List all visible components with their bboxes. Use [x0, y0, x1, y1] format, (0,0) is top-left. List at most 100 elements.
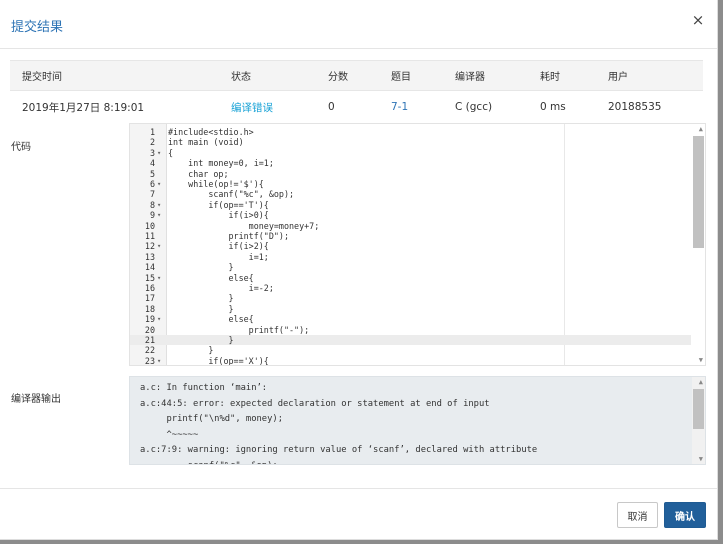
scroll-up-icon[interactable]: ▲ [699, 125, 703, 133]
result-table-header: 提交时间 状态 分数 题目 编译器 耗时 用户 [10, 60, 703, 91]
code-scroll-thumb[interactable] [693, 136, 704, 248]
line-number: 23 [144, 355, 155, 366]
code-line[interactable]: 13 i=1; [130, 252, 691, 262]
output-line: a.c: In function ‘main’: [140, 383, 268, 393]
code-editor[interactable]: 1 #include<stdio.h> 2 int main (void) 3 ▾{4 i… [129, 123, 706, 366]
output-scroll-thumb[interactable] [693, 389, 704, 429]
score-value: 0 [328, 101, 335, 113]
code-line[interactable]: 7 scanf("%c", &op); [130, 189, 691, 199]
code-line[interactable]: 10 money=money+7; [130, 221, 691, 231]
code-text: { [168, 147, 174, 158]
line-number: 7 [149, 189, 155, 200]
output-line: a.c:44:5: error: expected declaration or… [140, 398, 490, 409]
code-text: i=1; [168, 251, 269, 262]
code-text: if(op=='X'){ [168, 355, 269, 366]
code-line[interactable]: 20 printf("-"); [130, 325, 691, 335]
output-line: a.c:7:9: warning: ignoring return value … [140, 445, 538, 455]
line-number: 14 [144, 262, 155, 273]
header-user: 用户 [608, 72, 628, 83]
code-line[interactable]: 23 ▾ if(op=='X'){ [130, 355, 691, 366]
line-number: 6 [149, 179, 155, 189]
line-number: 11 [144, 231, 155, 241]
code-line[interactable]: 17 } [130, 293, 691, 303]
line-number: 13 [144, 251, 155, 262]
code-line[interactable]: 6 ▾ while(op!='$'){ [130, 179, 691, 189]
scroll-down-icon[interactable]: ▼ [699, 455, 703, 463]
output-scrollbar[interactable]: ▲ ▼ [692, 377, 705, 464]
header-compiler: 编译器 [455, 72, 485, 83]
close-icon[interactable]: × [691, 13, 705, 28]
code-line[interactable]: 1 #include<stdio.h> [130, 127, 691, 137]
code-text: if(i>2){ [168, 241, 269, 252]
fold-toggle-icon[interactable]: ▾ [157, 148, 161, 158]
code-line[interactable]: 16 i=-2; [130, 283, 691, 293]
confirm-button[interactable]: 确认 [664, 502, 706, 528]
code-text: else{ [168, 272, 254, 283]
code-text: } [168, 335, 234, 345]
code-text: if(op=='T'){ [168, 199, 269, 210]
code-line[interactable]: 19 ▾ else{ [130, 314, 691, 324]
output-line: scanf("%c", &op); [140, 461, 278, 465]
code-label: 代码 [11, 142, 31, 153]
user-value: 20188535 [608, 101, 662, 113]
dialog-header: 提交结果 × [0, 0, 717, 49]
submission-result-dialog: 提交结果 × 提交时间 状态 分数 题目 编译器 耗时 用户 2019年1月27… [0, 0, 718, 540]
line-number: 17 [144, 293, 155, 304]
code-line[interactable]: 4 int money=0, i=1; [130, 158, 691, 168]
status-link[interactable]: 编译错误 [231, 91, 273, 123]
code-line[interactable]: 14 } [130, 262, 691, 272]
compiler-output[interactable]: a.c: In function ‘main’: a.c:44:5: error:… [129, 376, 706, 465]
code-text: } [168, 345, 214, 356]
header-problem: 题目 [391, 72, 411, 83]
compiler-value: C (gcc) [455, 101, 493, 113]
fold-toggle-icon[interactable]: ▾ [157, 314, 161, 324]
code-line[interactable]: 21 } [130, 335, 691, 346]
code-text: i=-2; [168, 283, 274, 293]
line-number: 10 [144, 220, 155, 231]
fold-toggle-icon[interactable]: ▾ [157, 273, 161, 283]
scroll-down-icon[interactable]: ▼ [699, 356, 703, 364]
dialog-footer: 取消 确认 [0, 488, 717, 540]
fold-toggle-icon[interactable]: ▾ [157, 179, 161, 189]
duration-value: 0 ms [540, 101, 566, 113]
scroll-up-icon[interactable]: ▲ [699, 378, 703, 386]
line-number: 19 [144, 314, 155, 325]
code-line[interactable]: 9 ▾ if(i>0){ [130, 210, 691, 220]
line-number: 21 [144, 335, 155, 345]
line-number: 2 [149, 137, 155, 148]
submit-time: 2019年1月27日 8:19:01 [22, 101, 145, 114]
output-line: ^~~~~~ [140, 429, 199, 440]
fold-toggle-icon[interactable]: ▾ [157, 356, 161, 365]
line-number: 8 [149, 199, 155, 210]
code-line[interactable]: 5 char op; [130, 169, 691, 179]
header-time: 提交时间 [22, 72, 62, 83]
code-text: } [168, 293, 234, 304]
code-line[interactable]: 15 ▾ else{ [130, 273, 691, 283]
code-text: printf("D"); [168, 231, 290, 241]
code-line[interactable]: 3 ▾ { [130, 148, 691, 158]
code-line[interactable]: 18 } [130, 304, 691, 314]
problem-link[interactable]: 7-1 [391, 91, 408, 123]
code-text: } [168, 303, 234, 314]
code-line[interactable]: 22 } [130, 345, 691, 355]
code-line[interactable]: 11 printf("D"); [130, 231, 691, 241]
code-text: scanf("%c", &op); [168, 189, 295, 200]
code-text: int money=0, i=1; [168, 158, 274, 169]
line-number: 22 [144, 345, 155, 356]
code-scrollbar[interactable]: ▲ ▼ [692, 124, 705, 365]
code-line[interactable]: 2 int main (void) [130, 137, 691, 147]
code-text: char op; [168, 168, 229, 179]
header-status: 状态 [231, 72, 251, 83]
table-row: 2019年1月27日 8:19:01 编译错误 0 7-1 C (gcc) 0 … [10, 91, 703, 123]
cancel-button[interactable]: 取消 [617, 502, 658, 528]
line-number: 20 [144, 324, 155, 335]
code-text: else{ [168, 314, 254, 325]
output-line: printf("\n%d", money); [140, 414, 283, 424]
fold-toggle-icon[interactable]: ▾ [157, 210, 161, 220]
header-score: 分数 [328, 72, 348, 83]
fold-toggle-icon[interactable]: ▾ [157, 200, 161, 210]
fold-toggle-icon[interactable]: ▾ [157, 241, 161, 251]
code-line[interactable]: 8 ▾ if(op=='T'){ [130, 200, 691, 210]
line-number: 16 [144, 283, 155, 293]
code-line[interactable]: 12 ▾ if(i>2){ [130, 241, 691, 251]
